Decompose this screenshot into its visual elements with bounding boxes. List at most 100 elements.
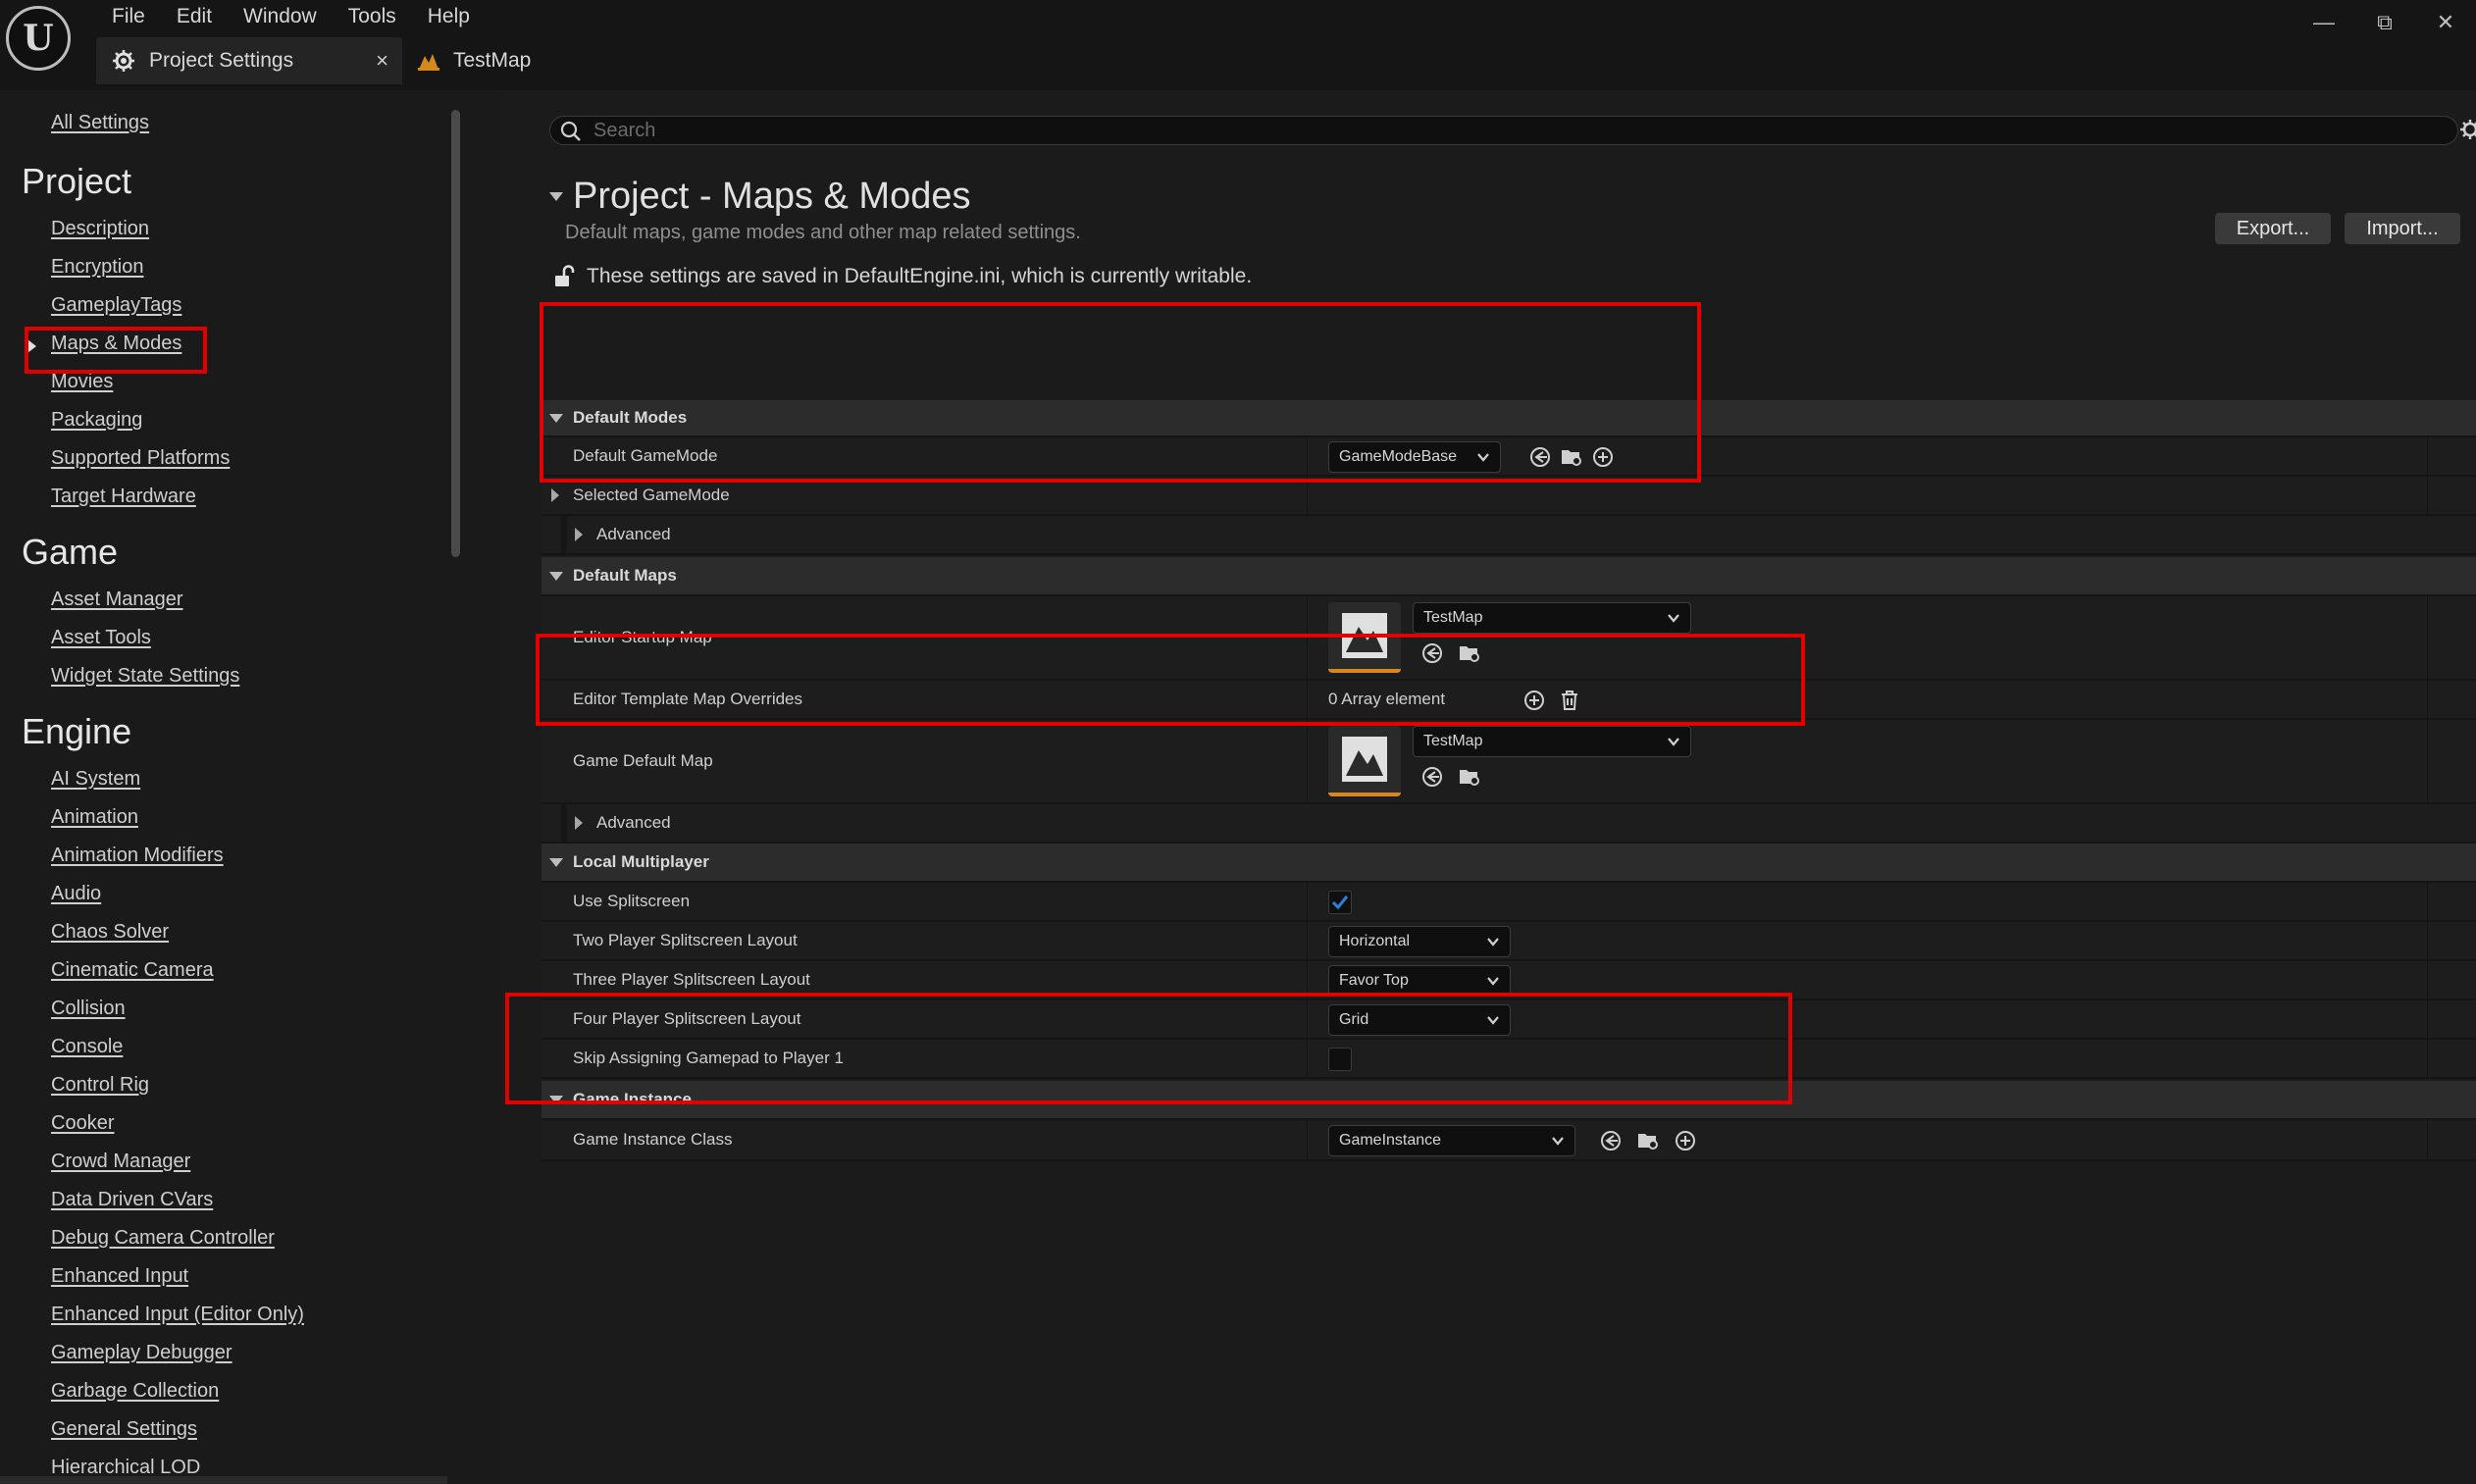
sidebar-item-asset-manager[interactable]: Asset Manager: [51, 588, 183, 611]
browse-folder-icon[interactable]: [1636, 1129, 1660, 1152]
writable-notice: These settings are saved in DefaultEngin…: [553, 265, 1252, 288]
search-input[interactable]: [593, 119, 2457, 142]
category-default-maps[interactable]: Default Maps: [542, 557, 2476, 596]
property-label: Use Splitscreen: [573, 892, 691, 910]
sidebar-item-supported-platforms[interactable]: Supported Platforms: [51, 447, 230, 470]
menu-window[interactable]: Window: [228, 2, 333, 31]
sidebar-item-gameplaytags[interactable]: GameplayTags: [51, 294, 181, 317]
sidebar-item-movies[interactable]: Movies: [51, 371, 113, 393]
sidebar-item-enhanced-input-editor[interactable]: Enhanced Input (Editor Only): [51, 1304, 304, 1326]
sidebar-item-garbage-collection[interactable]: Garbage Collection: [51, 1380, 219, 1403]
map-thumbnail[interactable]: [1328, 726, 1401, 796]
row-selected-gamemode[interactable]: Selected GameMode: [542, 477, 2476, 516]
sidebar-item-audio[interactable]: Audio: [51, 883, 101, 905]
game-default-map-combo[interactable]: TestMap: [1413, 726, 1691, 757]
expand-arrow-icon[interactable]: [575, 528, 583, 541]
chevron-down-icon: [1668, 614, 1679, 623]
export-button[interactable]: Export...: [2215, 213, 2331, 244]
sidebar-item-chaos-solver[interactable]: Chaos Solver: [51, 921, 169, 944]
property-label: Advanced: [596, 813, 671, 832]
close-window-button[interactable]: ✕: [2415, 8, 2476, 37]
sidebar-item-crowd-manager[interactable]: Crowd Manager: [51, 1151, 190, 1173]
sidebar-item-collision[interactable]: Collision: [51, 998, 126, 1020]
sidebar-item-animation[interactable]: Animation: [51, 806, 138, 829]
two-player-layout-select[interactable]: Horizontal: [1328, 926, 1511, 957]
column-divider: [2427, 922, 2428, 959]
sidebar-item-encryption[interactable]: Encryption: [51, 256, 144, 279]
chevron-down-icon: [1552, 1137, 1564, 1146]
tab-project-settings[interactable]: Project Settings ×: [96, 37, 402, 84]
page-header: Project - Maps & Modes: [549, 167, 970, 226]
restore-button[interactable]: ⧉: [2354, 8, 2415, 37]
sidebar-category-game: Game: [22, 532, 119, 572]
sidebar-item-description[interactable]: Description: [51, 218, 149, 240]
gear-icon[interactable]: [2458, 118, 2476, 141]
sidebar-item-console[interactable]: Console: [51, 1036, 123, 1058]
menu-file[interactable]: File: [96, 2, 161, 31]
expand-arrow-icon[interactable]: [549, 858, 563, 867]
unreal-logo-icon[interactable]: U: [6, 6, 71, 71]
category-local-multiplayer[interactable]: Local Multiplayer: [542, 844, 2476, 883]
row-game-default-map: Game Default Map TestMap: [542, 720, 2476, 804]
add-new-icon[interactable]: [1674, 1129, 1697, 1152]
sidebar-item-animation-modifiers[interactable]: Animation Modifiers: [51, 844, 224, 867]
sidebar-item-control-rig[interactable]: Control Rig: [51, 1074, 149, 1097]
sidebar-item-enhanced-input[interactable]: Enhanced Input: [51, 1265, 188, 1288]
sidebar-item-target-hardware[interactable]: Target Hardware: [51, 486, 196, 508]
writable-notice-text: These settings are saved in DefaultEngin…: [587, 265, 1253, 287]
highlight-game-instance: [505, 993, 1792, 1104]
row-use-splitscreen: Use Splitscreen: [542, 883, 2476, 922]
collapse-arrow-icon[interactable]: [549, 191, 563, 201]
tab-testmap[interactable]: TestMap: [402, 37, 546, 84]
menu-bar: File Edit Window Tools Help: [96, 2, 486, 31]
minimize-button[interactable]: —: [2294, 8, 2354, 37]
use-splitscreen-checkbox[interactable]: [1328, 891, 1352, 914]
import-button[interactable]: Import...: [2345, 213, 2460, 244]
sidebar-item-cinematic-camera[interactable]: Cinematic Camera: [51, 959, 214, 982]
sidebar-item-gameplay-debugger[interactable]: Gameplay Debugger: [51, 1342, 232, 1364]
sidebar-item-ai-system[interactable]: AI System: [51, 768, 140, 791]
sidebar-item-debug-camera-controller[interactable]: Debug Camera Controller: [51, 1227, 275, 1250]
menu-edit[interactable]: Edit: [161, 2, 228, 31]
property-label: Three Player Splitscreen Layout: [573, 970, 810, 989]
expand-arrow-icon[interactable]: [575, 816, 583, 830]
row-default-maps-advanced[interactable]: Advanced: [542, 804, 2476, 844]
row-default-modes-advanced[interactable]: Advanced: [542, 516, 2476, 555]
chevron-down-icon: [1487, 938, 1499, 947]
sidebar-item-packaging[interactable]: Packaging: [51, 409, 142, 432]
tab-testmap-label: TestMap: [453, 49, 532, 72]
column-divider: [2427, 596, 2428, 679]
category-title: Local Multiplayer: [573, 852, 709, 871]
column-divider: [2427, 477, 2428, 514]
row-game-instance-class: Game Instance Class GameInstance: [542, 1120, 2476, 1161]
sidebar-item-general-settings[interactable]: General Settings: [51, 1418, 197, 1441]
indent-bar: [561, 516, 567, 553]
expand-arrow-icon[interactable]: [551, 488, 559, 502]
sidebar-horizontal-scrollbar[interactable]: [0, 1476, 447, 1484]
combo-value: GameInstance: [1339, 1132, 1442, 1149]
property-label: Game Instance Class: [573, 1130, 733, 1149]
menu-help[interactable]: Help: [412, 2, 486, 31]
sidebar-scrollbar[interactable]: [451, 110, 460, 557]
use-selected-icon[interactable]: [1420, 765, 1444, 789]
sidebar-item-data-driven-cvars[interactable]: Data Driven CVars: [51, 1189, 213, 1211]
column-divider: [2427, 1040, 2428, 1077]
property-label: Two Player Splitscreen Layout: [573, 931, 798, 949]
close-tab-icon[interactable]: ×: [376, 48, 388, 74]
sidebar-item-widget-state-settings[interactable]: Widget State Settings: [51, 665, 239, 688]
browse-folder-icon[interactable]: [1458, 765, 1481, 789]
combo-value: Horizontal: [1339, 933, 1411, 949]
game-instance-class-combo[interactable]: GameInstance: [1328, 1125, 1575, 1156]
use-selected-icon[interactable]: [1599, 1129, 1623, 1152]
search-box[interactable]: [549, 116, 2458, 145]
checkmark-icon: [1331, 896, 1349, 910]
chevron-down-icon: [1487, 977, 1499, 986]
menu-tools[interactable]: Tools: [333, 2, 412, 31]
project-settings-icon: [113, 50, 134, 72]
sidebar-item-asset-tools[interactable]: Asset Tools: [51, 627, 151, 649]
editor-startup-map-combo[interactable]: TestMap: [1413, 602, 1691, 634]
sidebar-all-settings[interactable]: All Settings: [51, 112, 149, 134]
sidebar-item-cooker[interactable]: Cooker: [51, 1112, 114, 1135]
expand-arrow-icon[interactable]: [549, 572, 563, 581]
column-divider: [2427, 437, 2428, 475]
